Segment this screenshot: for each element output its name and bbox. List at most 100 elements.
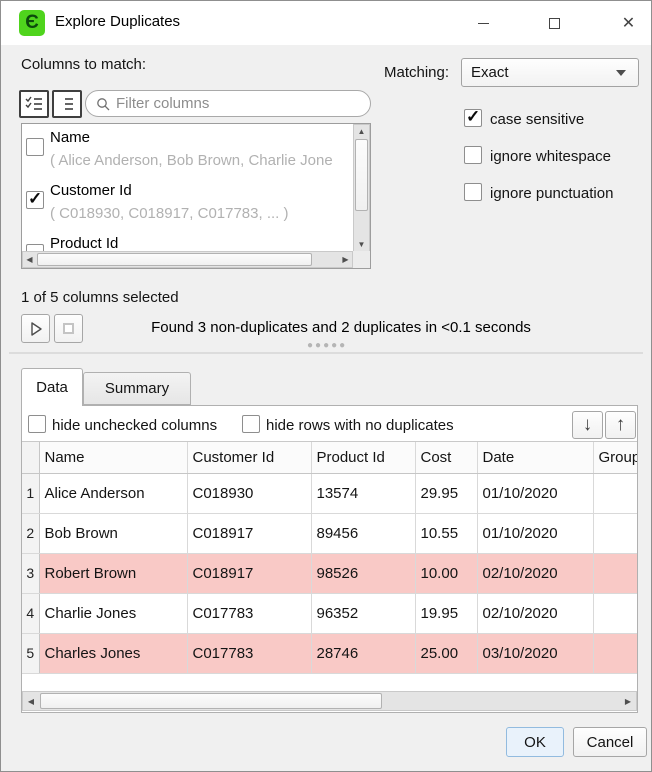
- cancel-label: Cancel: [587, 734, 634, 751]
- cell-cost[interactable]: 29.95: [415, 473, 477, 513]
- table-header-row: Name Customer Id Product Id Cost Date Gr…: [22, 442, 637, 473]
- column-customer-id-sample: ( C018930, C018917, C017783, ... ): [50, 205, 353, 222]
- vscroll-handle[interactable]: [355, 139, 368, 211]
- cell-customer-id[interactable]: C017783: [187, 593, 311, 633]
- row-number[interactable]: 3: [22, 553, 39, 593]
- matching-dropdown[interactable]: Exact: [461, 58, 639, 87]
- table-row: 3 Robert Brown C018917 98526 10.00 02/10…: [22, 553, 637, 593]
- header-name[interactable]: Name: [39, 442, 187, 473]
- cell-customer-id[interactable]: C017783: [187, 633, 311, 673]
- scroll-left-icon[interactable]: ◀: [23, 692, 39, 710]
- cell-customer-id[interactable]: C018917: [187, 513, 311, 553]
- row-number[interactable]: 1: [22, 473, 39, 513]
- table-hscroll-handle[interactable]: [40, 693, 382, 709]
- header-date[interactable]: Date: [477, 442, 593, 473]
- close-icon: ✕: [622, 13, 635, 33]
- cell-customer-id[interactable]: C018917: [187, 553, 311, 593]
- cell-date[interactable]: 03/10/2020: [477, 633, 593, 673]
- ignore-whitespace-label: ignore whitespace: [490, 148, 611, 165]
- row-number[interactable]: 4: [22, 593, 39, 633]
- table-hscrollbar[interactable]: ◀ ▶: [22, 691, 637, 711]
- next-duplicate-button[interactable]: ↓: [572, 411, 603, 439]
- ignore-whitespace-checkbox[interactable]: [464, 146, 482, 164]
- cell-name[interactable]: Bob Brown: [39, 513, 187, 553]
- maximize-button[interactable]: [531, 1, 578, 45]
- cell-group[interactable]: [593, 633, 637, 673]
- data-tab-panel: hide unchecked columns hide rows with no…: [21, 405, 638, 713]
- cell-date[interactable]: 01/10/2020: [477, 473, 593, 513]
- matching-label: Matching:: [384, 64, 449, 81]
- cell-date[interactable]: 02/10/2020: [477, 593, 593, 633]
- cell-name[interactable]: Charles Jones: [39, 633, 187, 673]
- plain-list-icon: [58, 96, 76, 112]
- cell-product-id[interactable]: 96352: [311, 593, 415, 633]
- close-button[interactable]: ✕: [605, 1, 652, 45]
- maximize-icon: [549, 18, 560, 29]
- column-product-id-label: Product Id: [50, 235, 118, 252]
- check-all-button[interactable]: [19, 90, 49, 118]
- header-customer-id[interactable]: Customer Id: [187, 442, 311, 473]
- minimize-button[interactable]: [460, 1, 507, 45]
- arrow-up-icon: ↑: [616, 414, 626, 436]
- cell-group[interactable]: [593, 593, 637, 633]
- column-name-checkbox[interactable]: [26, 138, 44, 156]
- cell-group[interactable]: [593, 513, 637, 553]
- cell-cost[interactable]: 10.00: [415, 553, 477, 593]
- cell-product-id[interactable]: 89456: [311, 513, 415, 553]
- cell-product-id[interactable]: 28746: [311, 633, 415, 673]
- header-group[interactable]: Group: [593, 442, 637, 473]
- scroll-right-icon[interactable]: ▶: [620, 692, 636, 710]
- scroll-right-icon[interactable]: ▶: [339, 252, 352, 267]
- tab-summary-label: Summary: [105, 380, 169, 397]
- header-product-id[interactable]: Product Id: [311, 442, 415, 473]
- filter-placeholder: Filter columns: [116, 95, 209, 112]
- splitter-handle[interactable]: ●●●●●: [307, 340, 347, 351]
- ignore-punctuation-label: ignore punctuation: [490, 185, 613, 202]
- tab-summary[interactable]: Summary: [83, 372, 191, 405]
- column-list-hscrollbar[interactable]: ◀ ▶: [22, 251, 353, 268]
- ignore-punctuation-checkbox[interactable]: [464, 183, 482, 201]
- table-row: 1 Alice Anderson C018930 13574 29.95 01/…: [22, 473, 637, 513]
- hscroll-handle[interactable]: [37, 253, 312, 266]
- cell-customer-id[interactable]: C018930: [187, 473, 311, 513]
- column-list-vscrollbar[interactable]: ▲ ▼: [353, 124, 370, 252]
- case-sensitive-checkbox[interactable]: [464, 109, 482, 127]
- cell-cost[interactable]: 25.00: [415, 633, 477, 673]
- scroll-left-icon[interactable]: ◀: [23, 252, 36, 267]
- scroll-up-icon[interactable]: ▲: [354, 125, 369, 138]
- tab-data[interactable]: Data: [21, 368, 83, 406]
- row-number[interactable]: 5: [22, 633, 39, 673]
- cell-product-id[interactable]: 13574: [311, 473, 415, 513]
- results-table: Name Customer Id Product Id Cost Date Gr…: [22, 441, 637, 691]
- cell-date[interactable]: 02/10/2020: [477, 553, 593, 593]
- previous-duplicate-button[interactable]: ↑: [605, 411, 636, 439]
- table-row: 4 Charlie Jones C017783 96352 19.95 02/1…: [22, 593, 637, 633]
- cell-name[interactable]: Charlie Jones: [39, 593, 187, 633]
- cell-cost[interactable]: 19.95: [415, 593, 477, 633]
- cell-group[interactable]: [593, 473, 637, 513]
- cell-date[interactable]: 01/10/2020: [477, 513, 593, 553]
- cell-product-id[interactable]: 98526: [311, 553, 415, 593]
- cell-name[interactable]: Alice Anderson: [39, 473, 187, 513]
- search-icon: [96, 97, 110, 111]
- hide-rows-no-duplicates-checkbox[interactable]: [242, 415, 260, 433]
- filter-columns-input[interactable]: Filter columns: [85, 90, 371, 117]
- header-cost[interactable]: Cost: [415, 442, 477, 473]
- row-number[interactable]: 2: [22, 513, 39, 553]
- columns-list: Name ( Alice Anderson, Bob Brown, Charli…: [21, 123, 371, 269]
- cell-cost[interactable]: 10.55: [415, 513, 477, 553]
- check-list-icon: [25, 96, 43, 112]
- window-title: Explore Duplicates: [55, 13, 180, 30]
- ok-button[interactable]: OK: [506, 727, 564, 757]
- cancel-button[interactable]: Cancel: [573, 727, 647, 757]
- scroll-down-icon[interactable]: ▼: [354, 238, 369, 251]
- hide-unchecked-columns-checkbox[interactable]: [28, 415, 46, 433]
- title-bar: Є Explore Duplicates ✕: [1, 1, 651, 45]
- app-logo-icon: Є: [19, 10, 45, 36]
- cell-group[interactable]: [593, 553, 637, 593]
- uncheck-all-button[interactable]: [52, 90, 82, 118]
- columns-selected-summary: 1 of 5 columns selected: [21, 289, 179, 306]
- column-customer-id-checkbox[interactable]: [26, 191, 44, 209]
- cell-name[interactable]: Robert Brown: [39, 553, 187, 593]
- result-status-text: Found 3 non-duplicates and 2 duplicates …: [41, 319, 641, 336]
